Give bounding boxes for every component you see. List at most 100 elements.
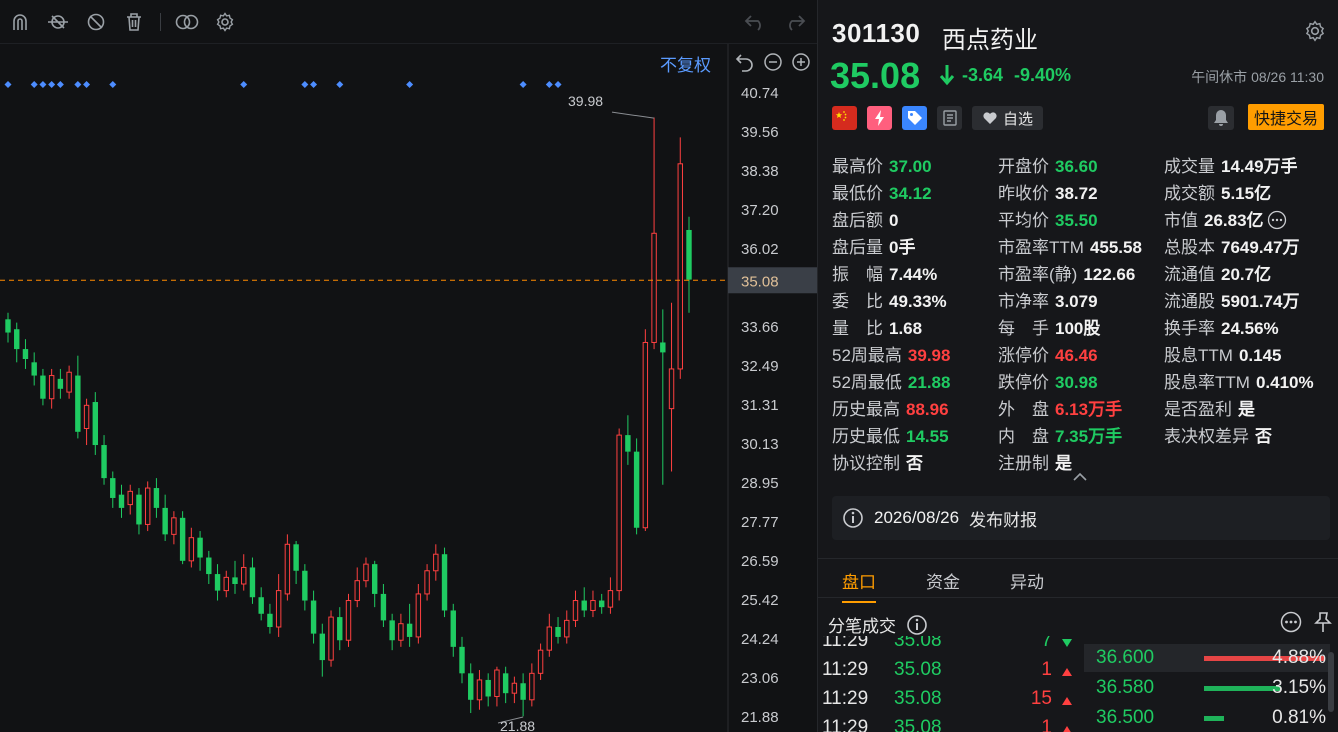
candle-body[interactable] [14, 329, 20, 350]
candle-body[interactable] [40, 375, 46, 399]
candle-body[interactable] [275, 590, 282, 628]
candle-body[interactable] [92, 402, 99, 446]
candle-body[interactable] [529, 672, 535, 701]
candle-body[interactable] [660, 342, 666, 353]
candle-body[interactable] [110, 478, 116, 498]
candle-body[interactable] [179, 517, 186, 561]
candle-body[interactable] [398, 623, 404, 641]
event-marker-icon[interactable] [56, 81, 64, 88]
candle-body[interactable] [118, 494, 125, 508]
candle-body[interactable] [555, 627, 561, 637]
event-marker-icon[interactable] [39, 81, 47, 88]
candle-body[interactable] [83, 404, 90, 429]
add-watchlist-button[interactable]: 自选 [972, 106, 1044, 130]
candle-body[interactable] [607, 590, 614, 608]
zoom-out-icon[interactable] [762, 51, 784, 73]
candle-body[interactable] [494, 669, 500, 697]
more-icon[interactable] [1280, 611, 1302, 633]
event-marker-icon[interactable] [406, 81, 414, 88]
candle-body[interactable] [319, 633, 326, 661]
earnings-notice[interactable]: 2026/08/26 发布财报 [832, 496, 1330, 540]
pin-icon[interactable] [1312, 611, 1334, 633]
price-distribution-row[interactable]: 36.500 0.81% [1084, 704, 1330, 732]
event-marker-icon[interactable] [545, 81, 553, 88]
event-marker-icon[interactable] [310, 81, 318, 88]
candle-body[interactable] [136, 494, 142, 525]
candle-body[interactable] [363, 563, 369, 582]
candle-body[interactable] [57, 378, 64, 389]
hide-icon[interactable] [84, 10, 108, 34]
candle-body[interactable] [642, 341, 649, 529]
event-marker-icon[interactable] [301, 81, 309, 88]
candle-body[interactable] [459, 646, 465, 674]
candle-body[interactable] [75, 375, 81, 432]
candle-body[interactable] [625, 435, 631, 452]
candle-body[interactable] [564, 619, 570, 638]
candle-body[interactable] [302, 570, 308, 601]
event-marker-icon[interactable] [30, 81, 38, 88]
candle-body[interactable] [101, 445, 107, 479]
candle-body[interactable] [415, 593, 422, 638]
candle-body[interactable] [581, 600, 587, 611]
zoom-in-icon[interactable] [790, 51, 812, 73]
candle-body[interactable] [162, 507, 168, 535]
candle-body[interactable] [424, 570, 430, 595]
candle-body[interactable] [267, 613, 273, 628]
candle-body[interactable] [284, 543, 291, 595]
tab-movement[interactable]: 异动 [1010, 568, 1044, 593]
scrollbar[interactable] [1328, 652, 1334, 712]
candle-body[interactable] [520, 683, 526, 700]
event-marker-icon[interactable] [48, 81, 56, 88]
candle-body[interactable] [197, 537, 203, 558]
candle-body[interactable] [223, 576, 229, 592]
tab-orderbook[interactable]: 盘口 [842, 568, 876, 603]
chevron-up-icon[interactable] [1072, 470, 1088, 482]
event-marker-icon[interactable] [4, 81, 12, 88]
candle-body[interactable] [441, 554, 448, 611]
candle-body[interactable] [572, 600, 579, 621]
candle-body[interactable] [258, 597, 264, 614]
info-icon[interactable] [906, 614, 928, 636]
tag-icon[interactable] [902, 106, 927, 130]
candle-body[interactable] [293, 544, 299, 571]
candle-body[interactable] [450, 610, 456, 647]
redo-icon[interactable] [783, 10, 807, 34]
candle-body[interactable] [144, 487, 151, 525]
kline-chart[interactable]: 40.74 39.56 38.38 37.20 36.02 33.66 32.49 31.31… [0, 44, 817, 732]
candle-body[interactable] [476, 679, 483, 701]
candle-body[interactable] [328, 616, 334, 661]
lightning-icon[interactable] [867, 106, 892, 130]
candle-body[interactable] [380, 593, 387, 621]
trash-icon[interactable] [122, 10, 146, 34]
more-icon[interactable] [1267, 210, 1287, 230]
candle-body[interactable] [337, 617, 343, 641]
event-marker-icon[interactable] [240, 81, 248, 88]
tab-fund[interactable]: 资金 [926, 568, 960, 593]
candle-body[interactable] [433, 553, 439, 572]
indicator-icon[interactable] [46, 10, 70, 34]
candle-body[interactable] [206, 557, 212, 575]
event-marker-icon[interactable] [336, 81, 344, 88]
candle-body[interactable] [511, 682, 518, 694]
candle-body[interactable] [48, 375, 55, 400]
candle-body[interactable] [249, 567, 256, 598]
candle-body[interactable] [546, 626, 553, 651]
candle-body[interactable] [127, 490, 133, 506]
candle-body[interactable] [485, 679, 491, 697]
candle-body[interactable] [468, 673, 474, 700]
gear-icon[interactable] [213, 10, 237, 34]
candle-body[interactable] [616, 434, 622, 592]
candle-body[interactable] [406, 623, 413, 637]
candle-body[interactable] [537, 649, 544, 674]
price-distribution-row[interactable]: 36.600 4.88% [1084, 644, 1330, 672]
note-icon[interactable] [937, 106, 962, 130]
adjust-mode-button[interactable]: 不复权 [660, 51, 711, 76]
candle-body[interactable] [598, 600, 605, 608]
price-distribution-row[interactable]: 36.580 3.15% [1084, 674, 1330, 702]
candle-body[interactable] [153, 488, 160, 508]
candle-body[interactable] [371, 564, 378, 594]
candle-body[interactable] [188, 537, 195, 562]
candle-body[interactable] [310, 600, 317, 634]
event-marker-icon[interactable] [74, 81, 82, 88]
candle-body[interactable] [354, 580, 360, 602]
